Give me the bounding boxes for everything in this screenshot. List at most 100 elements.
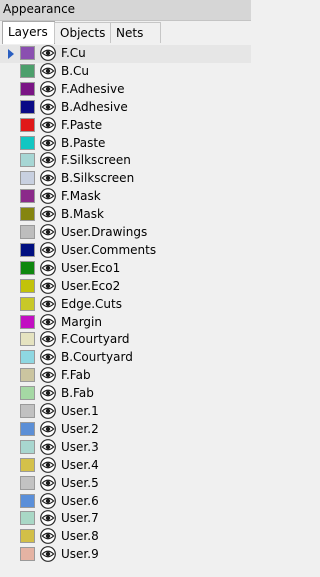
layer-row[interactable]: F.Mask xyxy=(0,188,251,206)
eye-icon[interactable] xyxy=(40,241,56,258)
tab-nets[interactable]: Nets xyxy=(110,22,161,43)
layer-color-swatch[interactable] xyxy=(20,296,35,311)
layer-row[interactable]: F.Adhesive xyxy=(0,80,251,99)
eye-icon[interactable] xyxy=(40,152,56,169)
tab-objects[interactable]: Objects xyxy=(54,22,111,43)
tab-layers[interactable]: Layers xyxy=(2,21,55,44)
eye-icon[interactable] xyxy=(40,349,56,366)
layer-color-swatch[interactable] xyxy=(20,153,35,168)
layer-color-swatch[interactable] xyxy=(20,260,35,275)
layer-name-label: F.Courtyard xyxy=(61,332,130,347)
layer-row[interactable]: B.Mask xyxy=(0,206,251,224)
eye-icon[interactable] xyxy=(40,420,56,437)
layer-name-label: B.Silkscreen xyxy=(61,171,135,186)
layer-color-swatch[interactable] xyxy=(20,171,35,186)
layer-name-label: F.Adhesive xyxy=(61,81,125,96)
layer-row[interactable]: User.8 xyxy=(0,528,251,546)
layer-color-swatch[interactable] xyxy=(20,457,35,472)
layer-color-swatch[interactable] xyxy=(20,421,35,436)
eye-icon[interactable] xyxy=(40,546,56,563)
layer-color-swatch[interactable] xyxy=(20,81,35,96)
layer-name-label: User.5 xyxy=(61,475,99,490)
layer-row[interactable]: B.Courtyard xyxy=(0,349,251,367)
layer-color-swatch[interactable] xyxy=(20,511,35,526)
layer-row[interactable]: Margin xyxy=(0,313,251,332)
layer-name-label: F.Paste xyxy=(61,117,103,132)
layer-row[interactable]: Edge.Cuts xyxy=(0,295,251,314)
eye-icon[interactable] xyxy=(40,206,56,222)
eye-icon[interactable] xyxy=(40,80,56,97)
layer-color-swatch[interactable] xyxy=(20,189,35,204)
eye-icon[interactable] xyxy=(40,438,56,455)
layer-color-swatch[interactable] xyxy=(20,368,35,383)
eye-icon[interactable] xyxy=(40,385,56,401)
tab-objects-label: Objects xyxy=(60,26,106,40)
layer-color-swatch[interactable] xyxy=(20,386,35,401)
layer-color-swatch[interactable] xyxy=(20,314,35,329)
layer-row[interactable]: User.9 xyxy=(0,546,251,564)
layer-color-swatch[interactable] xyxy=(20,225,35,239)
layer-row[interactable]: User.Drawings xyxy=(0,224,251,242)
layer-row[interactable]: User.Eco1 xyxy=(0,259,251,278)
eye-icon[interactable] xyxy=(40,170,56,187)
layer-color-swatch[interactable] xyxy=(20,46,35,60)
layer-row[interactable]: B.Silkscreen xyxy=(0,170,251,188)
layer-color-swatch[interactable] xyxy=(20,350,35,365)
eye-icon[interactable] xyxy=(40,188,56,205)
layer-color-swatch[interactable] xyxy=(20,493,35,508)
layer-row[interactable]: User.6 xyxy=(0,492,251,511)
eye-icon[interactable] xyxy=(40,259,56,276)
eye-icon[interactable] xyxy=(40,331,56,348)
layer-row[interactable]: B.Adhesive xyxy=(0,98,251,117)
layer-color-swatch[interactable] xyxy=(20,278,35,293)
layer-name-label: User.4 xyxy=(61,457,99,472)
layer-color-swatch[interactable] xyxy=(20,99,35,114)
eye-icon[interactable] xyxy=(40,45,56,61)
layer-color-swatch[interactable] xyxy=(20,404,35,418)
tab-layers-label: Layers xyxy=(8,25,48,39)
eye-icon[interactable] xyxy=(40,134,56,151)
eye-icon[interactable] xyxy=(40,62,56,79)
eye-icon[interactable] xyxy=(40,224,56,240)
layer-row[interactable]: B.Fab xyxy=(0,385,251,403)
layer-row[interactable]: F.Cu xyxy=(0,45,251,63)
eye-icon[interactable] xyxy=(40,474,56,491)
layer-row[interactable]: F.Fab xyxy=(0,367,251,385)
layer-row[interactable]: F.Paste xyxy=(0,116,251,135)
layer-row[interactable]: User.4 xyxy=(0,456,251,475)
selected-layer-indicator-icon xyxy=(8,49,14,59)
eye-icon[interactable] xyxy=(40,295,56,312)
layer-color-swatch[interactable] xyxy=(20,475,35,490)
eye-icon[interactable] xyxy=(40,98,56,115)
eye-icon[interactable] xyxy=(40,313,56,330)
layer-color-swatch[interactable] xyxy=(20,332,35,347)
layer-color-swatch[interactable] xyxy=(20,63,35,78)
layer-row[interactable]: User.5 xyxy=(0,474,251,493)
layer-row[interactable]: User.Eco2 xyxy=(0,277,251,296)
layer-row[interactable]: User.7 xyxy=(0,510,251,528)
eye-icon[interactable] xyxy=(40,367,56,384)
eye-icon[interactable] xyxy=(40,277,56,294)
eye-icon[interactable] xyxy=(40,403,56,419)
layer-row[interactable]: F.Silkscreen xyxy=(0,152,251,170)
eye-icon[interactable] xyxy=(40,456,56,473)
eye-icon[interactable] xyxy=(40,528,56,545)
layer-color-swatch[interactable] xyxy=(20,439,35,454)
layer-row[interactable]: User.1 xyxy=(0,403,251,421)
eye-icon[interactable] xyxy=(40,492,56,509)
layer-row[interactable]: B.Cu xyxy=(0,62,251,81)
layer-name-label: User.3 xyxy=(61,439,99,454)
layer-row[interactable]: F.Courtyard xyxy=(0,331,251,349)
layer-color-swatch[interactable] xyxy=(20,207,35,222)
layer-color-swatch[interactable] xyxy=(20,529,35,544)
layer-color-swatch[interactable] xyxy=(20,117,35,132)
layer-color-swatch[interactable] xyxy=(20,135,35,150)
layer-color-swatch[interactable] xyxy=(20,547,35,562)
layer-row[interactable]: User.3 xyxy=(0,438,251,457)
layer-color-swatch[interactable] xyxy=(20,242,35,257)
eye-icon[interactable] xyxy=(40,116,56,133)
layer-row[interactable]: User.2 xyxy=(0,420,251,439)
layer-row[interactable]: B.Paste xyxy=(0,134,251,153)
eye-icon[interactable] xyxy=(40,510,56,527)
layer-row[interactable]: User.Comments xyxy=(0,241,251,260)
